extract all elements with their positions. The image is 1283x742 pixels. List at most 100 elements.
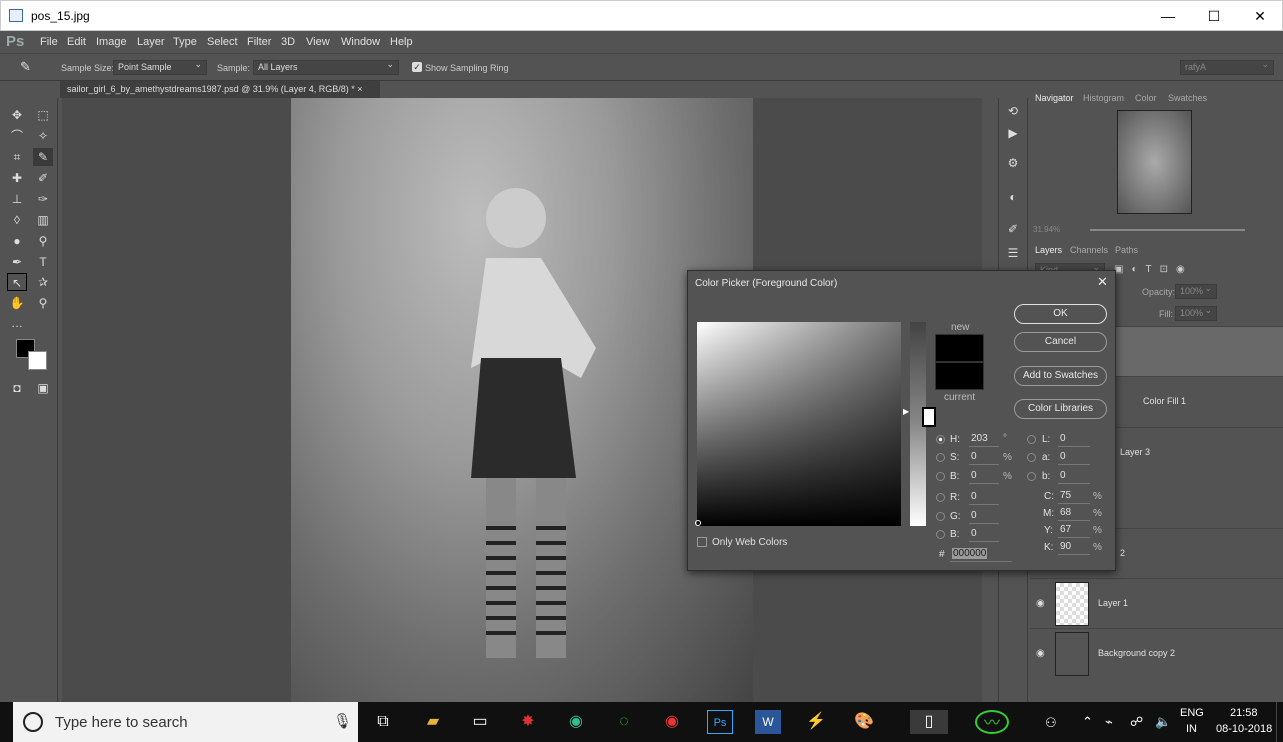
c-field[interactable]: 75 [1058, 490, 1090, 504]
navigator-zoom[interactable]: 31.94% [1033, 225, 1060, 234]
g-field[interactable]: 0 [969, 510, 999, 524]
menu-layer[interactable]: Layer [137, 36, 165, 48]
eraser-tool-icon[interactable]: ◊ [7, 211, 27, 229]
show-hidden-icons[interactable]: ⌃ [1082, 714, 1093, 730]
eyedropper-tool-icon[interactable]: ✎ [33, 148, 53, 166]
power-icon[interactable]: ⌁ [1105, 714, 1113, 730]
hand-tool-icon[interactable]: ✋ [7, 294, 27, 312]
move-tool-icon[interactable]: ✥ [7, 106, 27, 124]
sample-size-select[interactable]: Point Sample [113, 59, 207, 75]
photoshop-taskbar-icon[interactable]: Ps [707, 710, 733, 734]
menu-help[interactable]: Help [390, 36, 413, 48]
m-field[interactable]: 68 [1058, 507, 1090, 521]
navigator-thumbnail[interactable] [1117, 110, 1192, 214]
k-field[interactable]: 90 [1058, 541, 1090, 555]
cancel-button[interactable]: Cancel [1014, 332, 1107, 352]
chrome-icon[interactable]: ◉ [563, 710, 589, 734]
tab-channels[interactable]: Channels [1070, 245, 1108, 255]
h-field[interactable]: 203 [969, 433, 999, 447]
radio-l[interactable] [1027, 435, 1036, 444]
tab-navigator[interactable]: Navigator [1035, 93, 1074, 103]
actions-play-icon[interactable]: ▶ [1003, 124, 1023, 142]
paint-icon[interactable]: 🎨 [851, 710, 877, 734]
taskbar-search[interactable]: Type here to search 🎙 [13, 702, 358, 742]
only-web-colors-checkbox[interactable] [697, 537, 707, 547]
lasso-tool-icon[interactable]: ⌒ [7, 127, 27, 145]
properties-panel-icon[interactable]: ⚙ [1003, 154, 1023, 172]
path-select-tool-icon[interactable]: ↖ [7, 273, 27, 291]
color-field[interactable] [697, 322, 901, 526]
word-icon[interactable]: W [755, 710, 781, 734]
r-field[interactable]: 0 [969, 491, 999, 505]
eyedropper-icon[interactable]: ✎ [20, 59, 31, 75]
marquee-tool-icon[interactable]: ⬚ [33, 106, 53, 124]
radio-blue[interactable] [936, 530, 945, 539]
pen-tool-icon[interactable]: ✒ [7, 253, 27, 271]
color-libraries-button[interactable]: Color Libraries [1014, 399, 1107, 419]
menu-3d[interactable]: 3D [281, 36, 295, 48]
language-label[interactable]: ENG [1180, 707, 1204, 719]
menu-file[interactable]: File [40, 36, 58, 48]
tab-layers[interactable]: Layers [1035, 245, 1062, 255]
y-field[interactable]: 67 [1058, 524, 1090, 538]
terminal-icon[interactable]: ▭ [467, 710, 493, 734]
tab-swatches[interactable]: Swatches [1168, 93, 1207, 103]
menu-select[interactable]: Select [207, 36, 238, 48]
more-tools-icon[interactable]: … [7, 314, 27, 332]
gradient-tool-icon[interactable]: ▥ [33, 211, 53, 229]
healing-tool-icon[interactable]: ✚ [7, 169, 27, 187]
a-field[interactable]: 0 [1058, 451, 1090, 465]
canvas-image[interactable] [291, 98, 753, 703]
acrobat-icon[interactable]: ⚡ [803, 710, 829, 734]
adjustments-panel-icon[interactable]: ◐ [1003, 188, 1023, 206]
dodge-tool-icon[interactable]: ⚲ [33, 232, 53, 250]
blur-tool-icon[interactable]: ● [7, 232, 27, 250]
clock-time[interactable]: 21:58 [1230, 707, 1258, 719]
crop-tool-icon[interactable]: ⌗ [7, 148, 27, 166]
hex-field[interactable]: 000000 [950, 548, 1012, 562]
workspace-select[interactable]: rafyA [1180, 59, 1274, 75]
layer-row[interactable]: ◉ Layer 1 [1030, 578, 1283, 628]
radio-g[interactable] [936, 512, 945, 521]
history-brush-icon[interactable]: ✑ [33, 190, 53, 208]
zoom-tool-icon[interactable]: ⚲ [33, 294, 53, 312]
people-icon[interactable]: ⚇ [1045, 715, 1057, 731]
visibility-eye-icon[interactable]: ◉ [1036, 648, 1045, 659]
sync-app-icon[interactable]: ◌ [611, 710, 637, 734]
background-color-swatch[interactable] [28, 351, 47, 370]
radio-r[interactable] [936, 493, 945, 502]
network-icon[interactable]: ☍ [1130, 714, 1143, 730]
chrome-icon-2[interactable]: ◉ [659, 710, 685, 734]
menu-image[interactable]: Image [96, 36, 127, 48]
radio-s[interactable] [936, 453, 945, 462]
radio-h[interactable] [936, 435, 945, 444]
layer-row[interactable]: ◉ Background copy 2 [1030, 628, 1283, 678]
ok-button[interactable]: OK [1014, 304, 1107, 324]
opacity-field[interactable]: 100% [1175, 283, 1217, 299]
tab-paths[interactable]: Paths [1115, 245, 1138, 255]
visibility-eye-icon[interactable]: ◉ [1036, 598, 1045, 609]
volume-icon[interactable]: 🔈 [1155, 714, 1171, 730]
radio-lab-b[interactable] [1027, 472, 1036, 481]
slider-right-arrow-icon[interactable] [922, 407, 936, 427]
blue-field[interactable]: 0 [969, 528, 999, 542]
menu-type[interactable]: Type [173, 36, 197, 48]
s-field[interactable]: 0 [969, 451, 999, 465]
navigator-zoom-slider[interactable] [1090, 229, 1245, 231]
fill-field[interactable]: 100% [1175, 305, 1217, 321]
stamp-tool-icon[interactable]: ⊥ [7, 190, 27, 208]
tab-histogram[interactable]: Histogram [1083, 93, 1124, 103]
document-tab-close[interactable]: × [357, 84, 362, 94]
web-app-icon[interactable]: ✸ [515, 710, 541, 734]
screen-mode-icon[interactable]: ▣ [33, 379, 53, 397]
l-field[interactable]: 0 [1058, 433, 1090, 447]
task-view-icon[interactable]: ⧉ [370, 710, 396, 734]
close-button[interactable]: ✕ [1237, 1, 1283, 31]
tab-color[interactable]: Color [1135, 93, 1157, 103]
monitor-app-icon[interactable]: 〰 [975, 710, 1009, 734]
quick-mask-icon[interactable]: ◘ [7, 379, 27, 397]
type-tool-icon[interactable]: T [33, 253, 53, 271]
menu-edit[interactable]: Edit [67, 36, 86, 48]
minimize-button[interactable]: — [1145, 1, 1191, 31]
menu-view[interactable]: View [306, 36, 330, 48]
